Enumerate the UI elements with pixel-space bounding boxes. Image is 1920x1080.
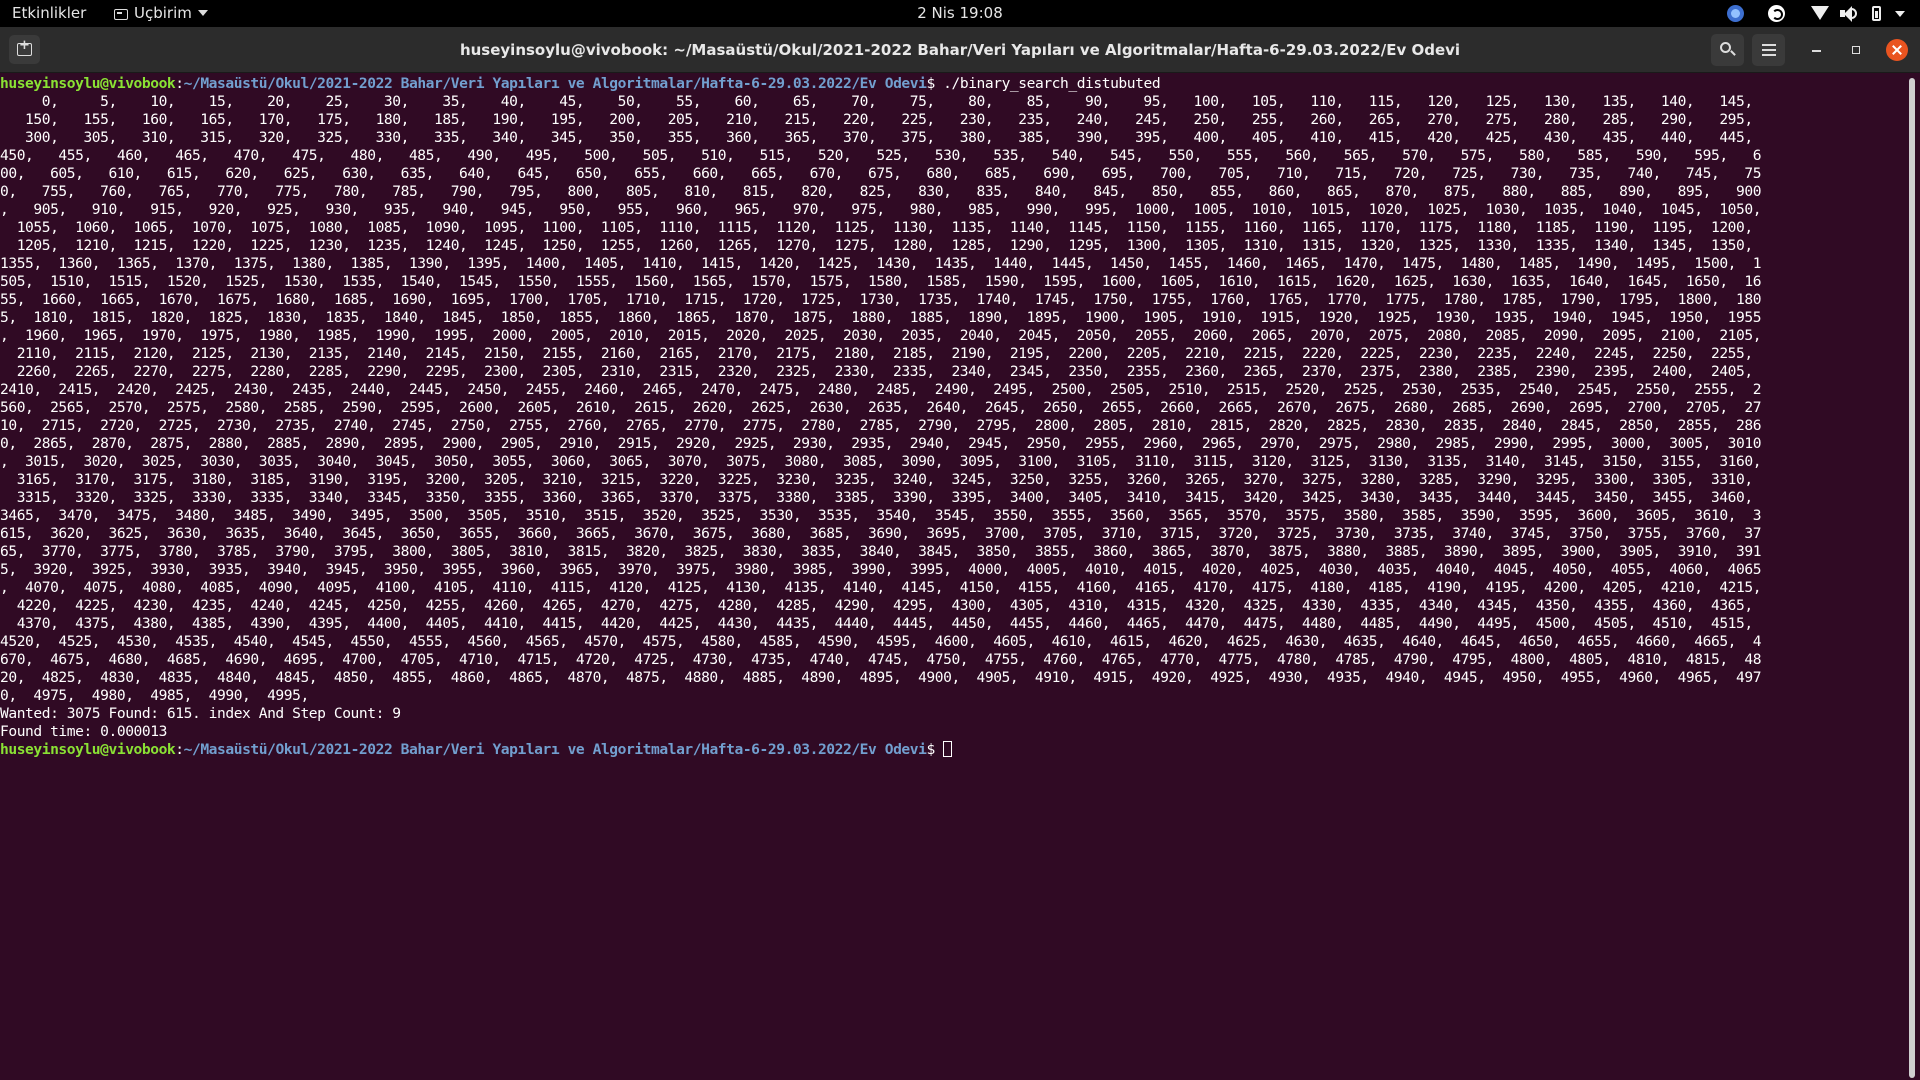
output-line: 1055, 1060, 1065, 1070, 1075, 1080, 1085… xyxy=(0,219,1753,236)
maximize-icon[interactable] xyxy=(1846,39,1868,61)
output-line: 0, 4975, 4980, 4985, 4990, 4995, xyxy=(0,687,309,704)
prompt-path: ~/Masaüstü/Okul/2021-2022 Bahar/Veri Yap… xyxy=(183,75,927,92)
output-line: 2110, 2115, 2120, 2125, 2130, 2135, 2140… xyxy=(0,345,1753,362)
output-line: , 905, 910, 915, 920, 925, 930, 935, 940… xyxy=(0,201,1762,218)
prompt-user: huseyinsoylu@vivobook xyxy=(0,75,176,92)
output-line: 2260, 2265, 2270, 2275, 2280, 2285, 2290… xyxy=(0,363,1753,380)
output-line: 55, 1660, 1665, 1670, 1675, 1680, 1685, … xyxy=(0,291,1762,308)
output-block: 0, 5, 10, 15, 20, 25, 30, 35, 40, 45, 50… xyxy=(0,93,1908,741)
output-line: 3315, 3320, 3325, 3330, 3335, 3340, 3345… xyxy=(0,489,1753,506)
output-line: 00, 605, 610, 615, 620, 625, 630, 635, 6… xyxy=(0,165,1762,182)
output-line: , 1960, 1965, 1970, 1975, 1980, 1985, 19… xyxy=(0,327,1762,344)
output-line: 670, 4675, 4680, 4685, 4690, 4695, 4700,… xyxy=(0,651,1762,668)
output-line: 4220, 4225, 4230, 4235, 4240, 4245, 4250… xyxy=(0,597,1753,614)
window-title: huseyinsoylu@vivobook: ~/Masaüstü/Okul/2… xyxy=(459,41,1461,59)
prompt-path: ~/Masaüstü/Okul/2021-2022 Bahar/Veri Yap… xyxy=(183,741,927,758)
output-line: 3465, 3470, 3475, 3480, 3485, 3490, 3495… xyxy=(0,507,1762,524)
output-line: 10, 2715, 2720, 2725, 2730, 2735, 2740, … xyxy=(0,417,1762,434)
output-line: 0, 5, 10, 15, 20, 25, 30, 35, 40, 45, 50… xyxy=(0,93,1753,110)
prompt-line: huseyinsoylu@vivobook:~/Masaüstü/Okul/20… xyxy=(0,741,1908,759)
volume-icon[interactable] xyxy=(1840,5,1857,22)
terminal-scrollbar[interactable] xyxy=(1909,78,1915,1078)
close-icon[interactable] xyxy=(1886,39,1908,61)
output-line: 450, 455, 460, 465, 470, 475, 480, 485, … xyxy=(0,147,1762,164)
output-line: 615, 3620, 3625, 3630, 3635, 3640, 3645,… xyxy=(0,525,1762,542)
output-line: 505, 1510, 1515, 1520, 1525, 1530, 1535,… xyxy=(0,273,1762,290)
output-line: Found time: 0.000013 xyxy=(0,723,167,740)
hamburger-menu-icon[interactable] xyxy=(1752,34,1785,66)
system-menu-caret-icon[interactable] xyxy=(1895,11,1905,17)
battery-icon[interactable] xyxy=(1872,6,1881,21)
output-line: , 3015, 3020, 3025, 3030, 3035, 3040, 30… xyxy=(0,453,1762,470)
output-line: Wanted: 3075 Found: 615. index And Step … xyxy=(0,705,401,722)
output-line: 3165, 3170, 3175, 3180, 3185, 3190, 3195… xyxy=(0,471,1753,488)
app-tray-icon[interactable] xyxy=(1727,5,1744,22)
text-cursor xyxy=(943,741,953,757)
output-line: 4520, 4525, 4530, 4535, 4540, 4545, 4550… xyxy=(0,633,1762,650)
output-line: 4370, 4375, 4380, 4385, 4390, 4395, 4400… xyxy=(0,615,1753,632)
terminal-output[interactable]: huseyinsoylu@vivobook:~/Masaüstü/Okul/20… xyxy=(0,75,1908,1080)
output-line: 0, 2865, 2870, 2875, 2880, 2885, 2890, 2… xyxy=(0,435,1762,452)
search-icon[interactable] xyxy=(1711,34,1744,66)
command-text: ./binary_search_distubuted xyxy=(934,75,1161,92)
new-tab-icon[interactable] xyxy=(9,35,40,64)
output-line: 560, 2565, 2570, 2575, 2580, 2585, 2590,… xyxy=(0,399,1762,416)
command-line: huseyinsoylu@vivobook:~/Masaüstü/Okul/20… xyxy=(0,75,1161,92)
wifi-icon[interactable] xyxy=(1811,6,1829,20)
output-line: 65, 3770, 3775, 3780, 3785, 3790, 3795, … xyxy=(0,543,1762,560)
output-line: 5, 3920, 3925, 3930, 3935, 3940, 3945, 3… xyxy=(0,561,1762,578)
top-bar: Etkinlikler Uçbirim 2 Nis 19:08 xyxy=(0,0,1920,27)
output-line: 2410, 2415, 2420, 2425, 2430, 2435, 2440… xyxy=(0,381,1762,398)
output-line: 20, 4825, 4830, 4835, 4840, 4845, 4850, … xyxy=(0,669,1762,686)
app-tray-icon-2[interactable] xyxy=(1768,5,1785,22)
clock[interactable]: 2 Nis 19:08 xyxy=(0,0,1920,27)
output-line: 0, 755, 760, 765, 770, 775, 780, 785, 79… xyxy=(0,183,1762,200)
output-line: , 4070, 4075, 4080, 4085, 4090, 4095, 41… xyxy=(0,579,1762,596)
prompt-user: huseyinsoylu@vivobook xyxy=(0,741,176,758)
minimize-icon[interactable] xyxy=(1806,39,1828,61)
output-line: 1205, 1210, 1215, 1220, 1225, 1230, 1235… xyxy=(0,237,1753,254)
output-line: 150, 155, 160, 165, 170, 175, 180, 185, … xyxy=(0,111,1753,128)
output-line: 1355, 1360, 1365, 1370, 1375, 1380, 1385… xyxy=(0,255,1762,272)
window-title-bar[interactable]: huseyinsoylu@vivobook: ~/Masaüstü/Okul/2… xyxy=(0,27,1920,73)
output-line: 5, 1810, 1815, 1820, 1825, 1830, 1835, 1… xyxy=(0,309,1762,326)
output-line: 300, 305, 310, 315, 320, 325, 330, 335, … xyxy=(0,129,1753,146)
